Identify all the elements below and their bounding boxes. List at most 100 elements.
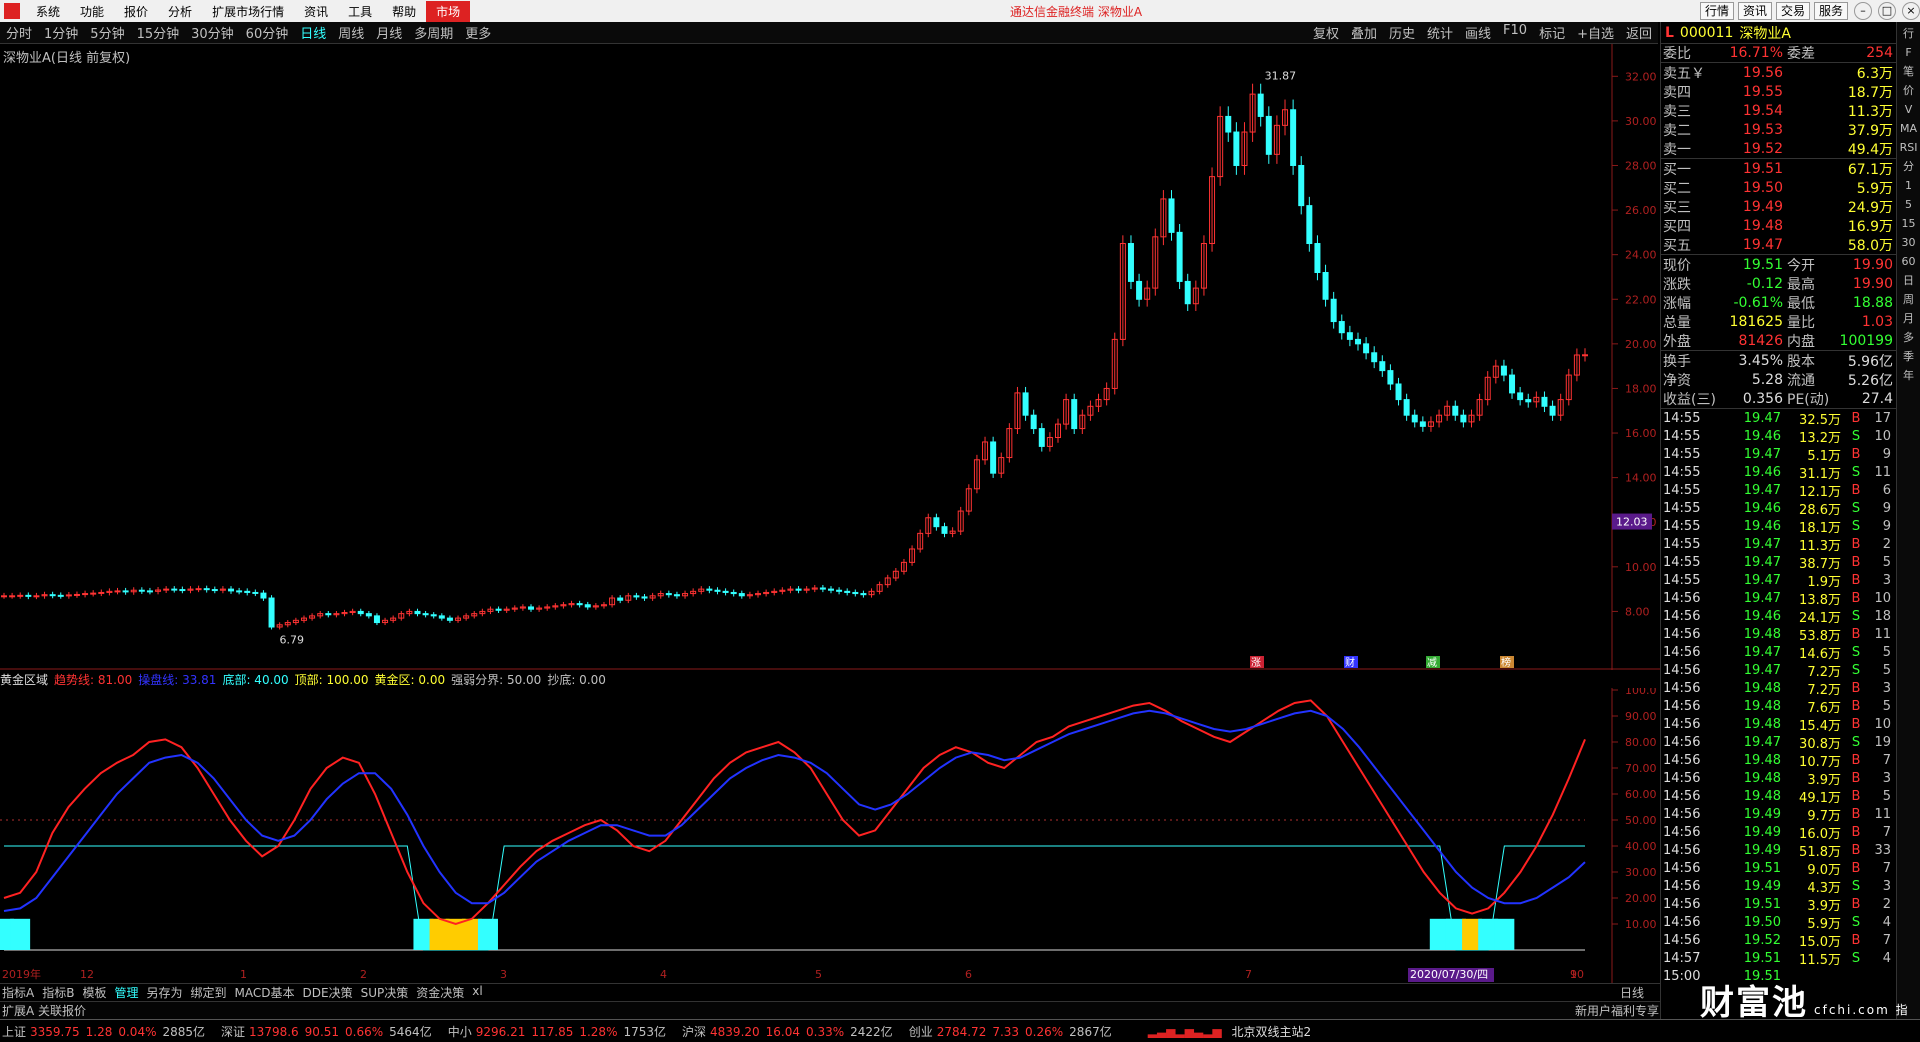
- sidebar-button[interactable]: 5: [1900, 197, 1918, 213]
- tick-count: 3: [1882, 770, 1891, 786]
- sidebar-button[interactable]: V: [1900, 102, 1918, 118]
- menu-item-market[interactable]: 市场: [426, 0, 471, 22]
- index-quote[interactable]: 中小 9296.21 117.85 1.28% 1753亿: [448, 1023, 670, 1040]
- index-quote[interactable]: 上证 3359.75 1.28 0.04% 2885亿: [2, 1023, 209, 1040]
- indicator-tab[interactable]: 模板: [82, 984, 106, 1001]
- period-tab[interactable]: 月线: [370, 23, 408, 42]
- indicator-tab[interactable]: DDE决策: [303, 984, 353, 1001]
- minimize-icon[interactable]: –: [1854, 2, 1872, 20]
- indicator-name[interactable]: 黄金区域: [0, 671, 48, 688]
- sidebar-button[interactable]: 笔: [1900, 64, 1918, 80]
- sell-row[interactable]: 卖四 19.55 18.7万: [1661, 82, 1896, 101]
- sidebar-button[interactable]: 行: [1900, 26, 1918, 42]
- chart-tool-button[interactable]: 统计: [1421, 23, 1459, 42]
- index-quote[interactable]: 创业 2784.72 7.33 0.26% 2867亿: [909, 1023, 1116, 1040]
- menu-item[interactable]: 帮助: [382, 3, 426, 20]
- sidebar-button[interactable]: 30: [1900, 235, 1918, 251]
- sidebar-button[interactable]: 周: [1900, 292, 1918, 308]
- menu-item[interactable]: 工具: [338, 3, 382, 20]
- period-tab[interactable]: 15分钟: [131, 23, 186, 42]
- top-button[interactable]: 交易: [1775, 2, 1810, 20]
- chart-tool-button[interactable]: 标记: [1533, 23, 1571, 42]
- indicator-tab[interactable]: MACD基本: [235, 984, 295, 1001]
- kline-chart[interactable]: 32.00 30.00 28.00 26.00 24.00 22.00 20.00 18.00…: [0, 44, 1660, 670]
- menu-item[interactable]: 报价: [114, 3, 158, 20]
- period-tab[interactable]: 1分钟: [38, 23, 84, 42]
- menu-item[interactable]: 分析: [158, 3, 202, 20]
- indicator-tab[interactable]: 另存为: [146, 984, 182, 1001]
- top-button[interactable]: 行情: [1699, 2, 1734, 20]
- tick-count: 33: [1874, 842, 1891, 858]
- sidebar-button[interactable]: 多: [1900, 330, 1918, 346]
- top-button[interactable]: 服务: [1813, 2, 1848, 20]
- period-tab[interactable]: 周线: [332, 23, 370, 42]
- sidebar-button[interactable]: 15: [1900, 216, 1918, 232]
- bottom-period[interactable]: 日线: [1620, 984, 1644, 1001]
- buy-row[interactable]: 买一 19.51 67.1万: [1661, 159, 1896, 178]
- index-name: 深证: [221, 1024, 246, 1039]
- indicator-tab[interactable]: 管理: [114, 984, 138, 1001]
- buy-price: 19.49: [1742, 198, 1783, 215]
- period-tab[interactable]: 分时: [0, 23, 38, 42]
- extension-tabs[interactable]: 扩展A 关联报价: [0, 1002, 86, 1019]
- chart-tool-button[interactable]: 返回: [1620, 23, 1658, 42]
- sidebar-button[interactable]: 价: [1900, 83, 1918, 99]
- candle-body: [1541, 396, 1548, 407]
- chart-tool-button[interactable]: 复权: [1307, 23, 1345, 42]
- period-tab[interactable]: 日线: [294, 23, 332, 42]
- indicator-chart[interactable]: 100.0 90.00 80.00 70.00 60.00 50.00 40.00 30.00…: [0, 688, 1660, 983]
- close-icon[interactable]: ×: [1902, 2, 1920, 20]
- indicator-tab[interactable]: 指标B: [42, 984, 74, 1001]
- sidebar-button[interactable]: 60: [1900, 254, 1918, 270]
- tick-count: 18: [1874, 608, 1891, 624]
- sidebar-button[interactable]: 日: [1900, 273, 1918, 289]
- new-user-link[interactable]: 新用户福利专享: [1575, 1002, 1659, 1019]
- sidebar-button[interactable]: 年: [1900, 368, 1918, 384]
- sell-row[interactable]: 卖五￥ 19.56 6.3万: [1661, 63, 1896, 82]
- period-tab[interactable]: 60分钟: [240, 23, 295, 42]
- buy-row[interactable]: 买三 19.49 24.9万: [1661, 197, 1896, 216]
- sell-row[interactable]: 卖三 19.54 11.3万: [1661, 101, 1896, 120]
- sell-row[interactable]: 卖二 19.53 37.9万: [1661, 120, 1896, 139]
- sidebar-button[interactable]: MA: [1900, 121, 1918, 137]
- menu-item[interactable]: 系统: [26, 3, 70, 20]
- period-tab[interactable]: 5分钟: [84, 23, 130, 42]
- sidebar-button[interactable]: F: [1900, 45, 1918, 61]
- buy-row[interactable]: 买四 19.48 16.9万: [1661, 216, 1896, 235]
- server-name[interactable]: 北京双线主站2: [1232, 1023, 1312, 1040]
- index-quote[interactable]: 深证 13798.6 90.51 0.66% 5464亿: [221, 1023, 436, 1040]
- buy-row[interactable]: 买五 19.47 58.0万: [1661, 235, 1896, 254]
- sidebar-button[interactable]: 季: [1900, 349, 1918, 365]
- maximize-icon[interactable]: □: [1878, 2, 1896, 20]
- quote-value: 0.356: [1742, 390, 1783, 407]
- menu-item[interactable]: 功能: [70, 3, 114, 20]
- menu-item[interactable]: 资讯: [294, 3, 338, 20]
- chart-tool-button[interactable]: 历史: [1383, 23, 1421, 42]
- index-quote[interactable]: 沪深 4839.20 16.04 0.33% 2422亿: [682, 1023, 897, 1040]
- chart-tool-button[interactable]: 叠加: [1345, 23, 1383, 42]
- top-button[interactable]: 资讯: [1737, 2, 1772, 20]
- tick-row: 14:55 19.46 13.2万 S 10: [1661, 427, 1896, 446]
- buy-row[interactable]: 买二 19.50 5.9万: [1661, 178, 1896, 197]
- chart-tool-button[interactable]: F10: [1497, 23, 1533, 42]
- candle-body: [1225, 115, 1232, 133]
- sidebar-button[interactable]: 分: [1900, 159, 1918, 175]
- sell-row[interactable]: 卖一 19.52 49.4万: [1661, 139, 1896, 158]
- tick-side: S: [1851, 914, 1861, 930]
- chart-tool-button[interactable]: 画线: [1459, 23, 1497, 42]
- candle-body: [146, 590, 153, 593]
- sidebar-button[interactable]: 1: [1900, 178, 1918, 194]
- sidebar-button[interactable]: RSI: [1900, 140, 1918, 156]
- sidebar-button[interactable]: 月: [1900, 311, 1918, 327]
- indicator-tab[interactable]: SUP决策: [361, 984, 409, 1001]
- indicator-tab[interactable]: xl: [472, 984, 482, 1001]
- period-tab[interactable]: 30分钟: [185, 23, 240, 42]
- chart-tool-button[interactable]: +自选: [1571, 23, 1620, 42]
- period-tab[interactable]: 多周期: [408, 23, 459, 42]
- menu-item[interactable]: 扩展市场行情: [202, 3, 294, 20]
- indicator-tab[interactable]: 资金决策: [416, 984, 464, 1001]
- indicator-tab[interactable]: 绑定到: [191, 984, 227, 1001]
- tick-list[interactable]: 14:55 19.47 32.5万 B 17 14:55 19.46 13.2万 S 10 14:5…: [1661, 409, 1896, 985]
- indicator-tab[interactable]: 指标A: [2, 984, 34, 1001]
- period-tab[interactable]: 更多: [459, 23, 497, 42]
